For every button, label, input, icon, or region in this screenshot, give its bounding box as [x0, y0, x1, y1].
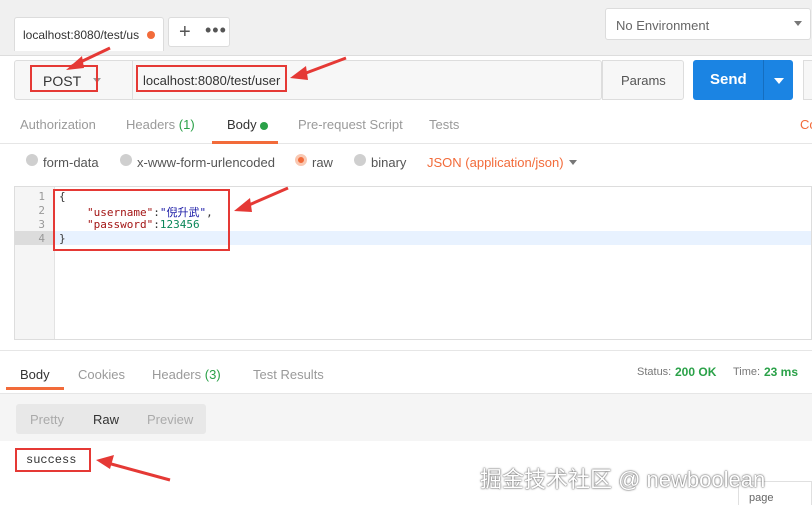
annotation-arrow-success-icon [96, 455, 171, 482]
watermark: 掘金技术社区 @ newboolean [480, 467, 766, 492]
annotation-arrow-url-icon [290, 56, 347, 80]
annotation-arrow-method-icon [66, 46, 111, 70]
annotation-arrow-json-icon [234, 186, 289, 212]
annotation-arrows [66, 46, 347, 482]
